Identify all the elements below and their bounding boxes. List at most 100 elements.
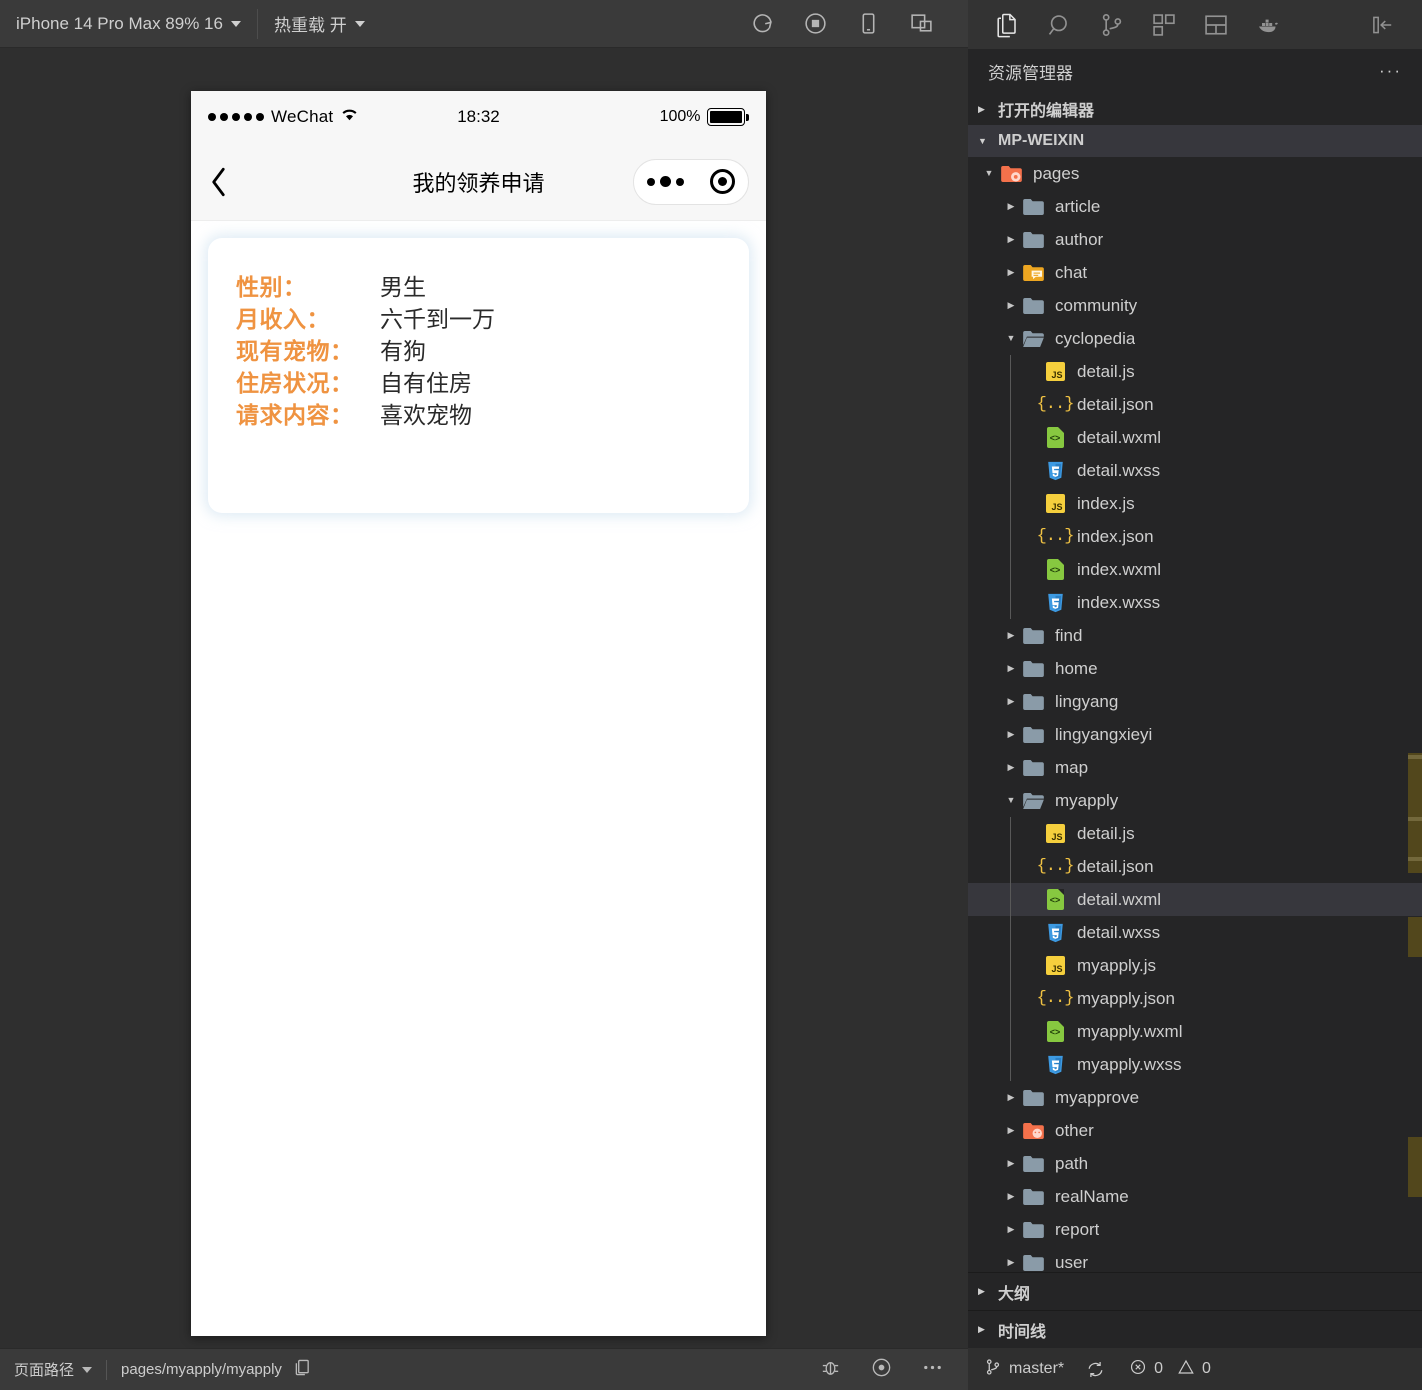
simulator-stage: WeChat 18:32 100% 我的领养申请 性别： 男生 月收入： 六千到… xyxy=(0,48,968,1348)
tree-folder-lingyangxieyi[interactable]: lingyangxieyi xyxy=(968,718,1422,751)
problems-status[interactable]: 0 0 xyxy=(1129,1358,1211,1381)
sync-icon[interactable] xyxy=(1086,1360,1105,1379)
tree-folder-user[interactable]: user xyxy=(968,1246,1422,1272)
tree-folder-realName[interactable]: realName xyxy=(968,1180,1422,1213)
chevron-down-icon[interactable] xyxy=(1002,334,1020,343)
record-stop-icon[interactable] xyxy=(803,11,828,36)
tree-file-detail-json[interactable]: {..} detail.json xyxy=(968,388,1422,421)
tree-file-index-json[interactable]: {..} index.json xyxy=(968,520,1422,553)
tree-file-index-wxss[interactable]: index.wxss xyxy=(968,586,1422,619)
tree-item-label: lingyang xyxy=(1055,691,1119,711)
chevron-right-icon[interactable] xyxy=(1002,1093,1020,1102)
json-icon: {..} xyxy=(1036,857,1075,876)
explorer-icon[interactable] xyxy=(982,0,1034,49)
panel-title-bar: 资源管理器 ··· xyxy=(968,49,1422,93)
branch-status[interactable]: master* xyxy=(984,1358,1064,1381)
source-control-icon[interactable] xyxy=(1086,0,1138,49)
tree-folder-author[interactable]: author xyxy=(968,223,1422,256)
tree-folder-myapply[interactable]: myapply xyxy=(968,784,1422,817)
section-timeline[interactable]: 时间线 xyxy=(968,1310,1422,1348)
tree-folder-community[interactable]: community xyxy=(968,289,1422,322)
refresh-icon[interactable] xyxy=(750,11,775,36)
chevron-right-icon[interactable] xyxy=(1002,268,1020,277)
more-dots-icon[interactable] xyxy=(647,176,684,187)
tree-file-myapply-wxss[interactable]: myapply.wxss xyxy=(968,1048,1422,1081)
chevron-right-icon[interactable] xyxy=(1002,301,1020,310)
tree-indent-guide xyxy=(1010,817,1011,1081)
section-open-editors[interactable]: 打开的编辑器 xyxy=(968,93,1422,125)
tree-file-detail-js[interactable]: JS detail.js xyxy=(968,817,1422,850)
hot-reload-selector[interactable]: 热重载 开 xyxy=(258,0,381,48)
tree-item-label: detail.json xyxy=(1077,856,1154,876)
tree-item-label: myapply.wxss xyxy=(1077,1054,1182,1074)
debug-bug-icon[interactable] xyxy=(819,1356,842,1383)
tree-file-detail-wxml[interactable]: <> detail.wxml xyxy=(968,883,1422,916)
tree-file-myapply-js[interactable]: JS myapply.js xyxy=(968,949,1422,982)
split-window-icon[interactable] xyxy=(909,11,934,36)
chevron-right-icon[interactable] xyxy=(1002,631,1020,640)
wechat-capsule[interactable] xyxy=(633,158,749,205)
tree-file-myapply-json[interactable]: {..} myapply.json xyxy=(968,982,1422,1015)
folder-icon xyxy=(1020,693,1046,710)
eye-icon[interactable] xyxy=(870,1356,893,1383)
chevron-down-icon[interactable] xyxy=(980,169,998,178)
tree-file-detail-wxss[interactable]: detail.wxss xyxy=(968,916,1422,949)
section-outline[interactable]: 大纲 xyxy=(968,1272,1422,1310)
device-selector[interactable]: iPhone 14 Pro Max 89% 16 xyxy=(0,0,257,48)
tree-file-detail-js[interactable]: JS detail.js xyxy=(968,355,1422,388)
section-workspace-root[interactable]: MP-WEIXIN xyxy=(968,125,1422,157)
tree-file-detail-wxss[interactable]: detail.wxss xyxy=(968,454,1422,487)
tree-folder-myapprove[interactable]: myapprove xyxy=(968,1081,1422,1114)
simulator-panel: iPhone 14 Pro Max 89% 16 热重载 开 WeChat 18… xyxy=(0,0,968,1390)
section-open-editors-label: 打开的编辑器 xyxy=(998,103,1095,120)
tree-folder-other[interactable]: other xyxy=(968,1114,1422,1147)
chevron-right-icon[interactable] xyxy=(1002,235,1020,244)
tree-folder-report[interactable]: report xyxy=(968,1213,1422,1246)
chevron-right-icon[interactable] xyxy=(1002,763,1020,772)
chevron-right-icon[interactable] xyxy=(1002,730,1020,739)
tree-file-myapply-wxml[interactable]: <> myapply.wxml xyxy=(968,1015,1422,1048)
chevron-right-icon[interactable] xyxy=(1002,1258,1020,1267)
tree-file-index-js[interactable]: JS index.js xyxy=(968,487,1422,520)
tree-file-index-wxml[interactable]: <> index.wxml xyxy=(968,553,1422,586)
tree-folder-lingyang[interactable]: lingyang xyxy=(968,685,1422,718)
chevron-right-icon[interactable] xyxy=(1002,1225,1020,1234)
tree-folder-pages[interactable]: pages xyxy=(968,157,1422,190)
chevron-right-icon[interactable] xyxy=(1002,1192,1020,1201)
chevron-right-icon[interactable] xyxy=(1002,1159,1020,1168)
tree-file-detail-json[interactable]: {..} detail.json xyxy=(968,850,1422,883)
folder-icon xyxy=(1020,1221,1046,1238)
tree-folder-chat[interactable]: chat xyxy=(968,256,1422,289)
chevron-right-icon[interactable] xyxy=(1002,202,1020,211)
folder-icon xyxy=(1020,726,1046,743)
collapse-panel-icon[interactable] xyxy=(1356,0,1408,49)
layout-icon[interactable] xyxy=(1190,0,1242,49)
copy-icon[interactable] xyxy=(294,1358,311,1381)
tree-file-detail-wxml[interactable]: <> detail.wxml xyxy=(968,421,1422,454)
tree-folder-home[interactable]: home xyxy=(968,652,1422,685)
chevron-right-icon[interactable] xyxy=(1002,1126,1020,1135)
wxss-icon xyxy=(1042,461,1068,481)
page-path-value: pages/myapply/myapply xyxy=(121,1361,282,1378)
tree-folder-path[interactable]: path xyxy=(968,1147,1422,1180)
folder-icon xyxy=(1020,660,1046,677)
more-horizontal-icon[interactable] xyxy=(921,1356,944,1383)
docker-icon[interactable] xyxy=(1242,0,1294,49)
phone-icon[interactable] xyxy=(856,11,881,36)
chevron-right-icon xyxy=(978,105,994,114)
target-circle-icon[interactable] xyxy=(710,169,735,194)
tree-folder-find[interactable]: find xyxy=(968,619,1422,652)
chevron-right-icon[interactable] xyxy=(1002,697,1020,706)
chevron-right-icon[interactable] xyxy=(1002,664,1020,673)
tree-folder-map[interactable]: map xyxy=(968,751,1422,784)
chevron-right-icon xyxy=(978,1325,994,1334)
page-path-selector[interactable]: 页面路径 xyxy=(14,1359,93,1380)
tree-folder-article[interactable]: article xyxy=(968,190,1422,223)
more-horizontal-icon[interactable]: ··· xyxy=(1379,61,1402,81)
tree-folder-cyclopedia[interactable]: cyclopedia xyxy=(968,322,1422,355)
extensions-icon[interactable] xyxy=(1138,0,1190,49)
app-root: iPhone 14 Pro Max 89% 16 热重载 开 WeChat 18… xyxy=(0,0,1422,1390)
search-icon[interactable] xyxy=(1034,0,1086,49)
file-tree[interactable]: pages article author chat community cyclopedi… xyxy=(968,157,1422,1272)
chevron-down-icon[interactable] xyxy=(1002,796,1020,805)
